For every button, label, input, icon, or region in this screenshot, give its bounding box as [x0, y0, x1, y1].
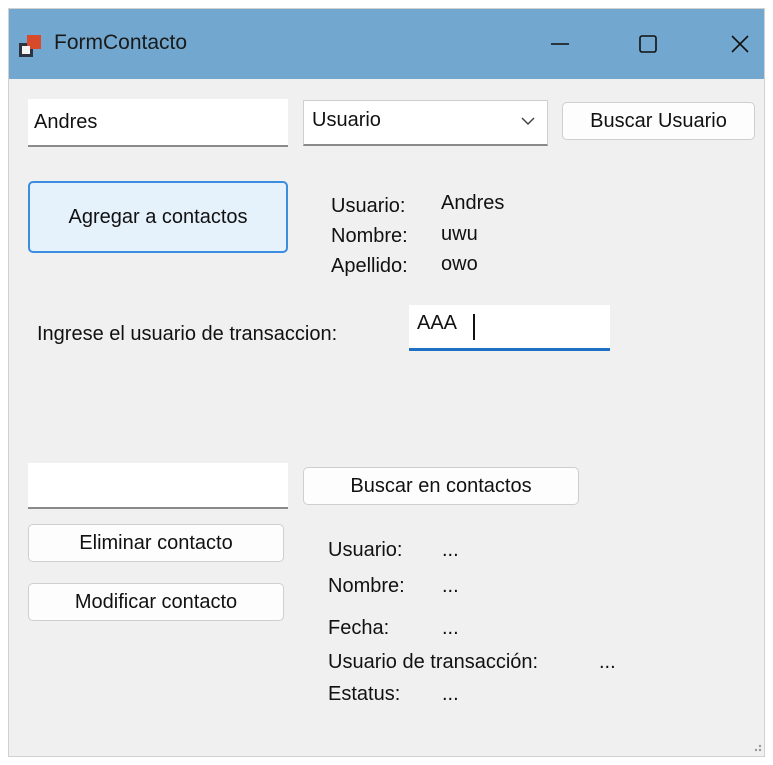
usuario-value: Andres: [441, 192, 505, 214]
modificar-contacto-button[interactable]: Modificar contacto: [28, 583, 284, 621]
user-type-select-value: Usuario: [312, 109, 381, 131]
usuario-label: Usuario:: [331, 195, 406, 217]
contact-search-input[interactable]: [28, 463, 288, 509]
maximize-button[interactable]: [613, 9, 683, 79]
user-search-input[interactable]: [28, 99, 288, 147]
contact-estatus-label: Estatus:: [328, 683, 401, 705]
contact-fecha-label: Fecha:: [328, 617, 390, 639]
minimize-button[interactable]: [525, 9, 595, 79]
contact-nombre-label: Nombre:: [328, 575, 405, 597]
contact-estatus-value: ...: [442, 683, 459, 705]
chevron-down-icon: [521, 117, 535, 126]
contact-fecha-value: ...: [442, 617, 459, 639]
form-contacto-window: FormContacto Usuario Buscar Usuario Agre…: [8, 8, 765, 757]
contact-nombre-value: ...: [442, 575, 459, 597]
close-button[interactable]: [705, 9, 764, 79]
close-icon: [731, 35, 749, 53]
minimize-icon: [551, 43, 569, 45]
title-bar[interactable]: FormContacto: [9, 9, 764, 79]
resize-grip-icon[interactable]: [748, 738, 762, 752]
contact-transaccion-value: ...: [599, 651, 616, 673]
contact-usuario-label: Usuario:: [328, 539, 403, 561]
contact-usuario-value: ...: [442, 539, 459, 561]
app-icon: [19, 35, 41, 57]
nombre-label: Nombre:: [331, 225, 408, 247]
transaction-user-input[interactable]: AAA: [409, 305, 610, 351]
nombre-value: uwu: [441, 223, 478, 245]
user-type-select[interactable]: Usuario: [303, 100, 548, 146]
apellido-label: Apellido:: [331, 255, 408, 277]
buscar-en-contactos-button[interactable]: Buscar en contactos: [303, 467, 579, 505]
transaction-user-input-value: AAA: [417, 312, 458, 334]
maximize-icon: [639, 35, 657, 53]
window-title: FormContacto: [54, 31, 188, 54]
contact-transaccion-label: Usuario de transacción:: [328, 651, 539, 673]
apellido-value: owo: [441, 253, 478, 275]
agregar-contactos-button[interactable]: Agregar a contactos: [28, 181, 288, 253]
buscar-usuario-button[interactable]: Buscar Usuario: [562, 102, 755, 140]
transaction-user-label: Ingrese el usuario de transaccion:: [37, 323, 338, 345]
text-caret: [473, 314, 475, 340]
eliminar-contacto-button[interactable]: Eliminar contacto: [28, 524, 284, 562]
